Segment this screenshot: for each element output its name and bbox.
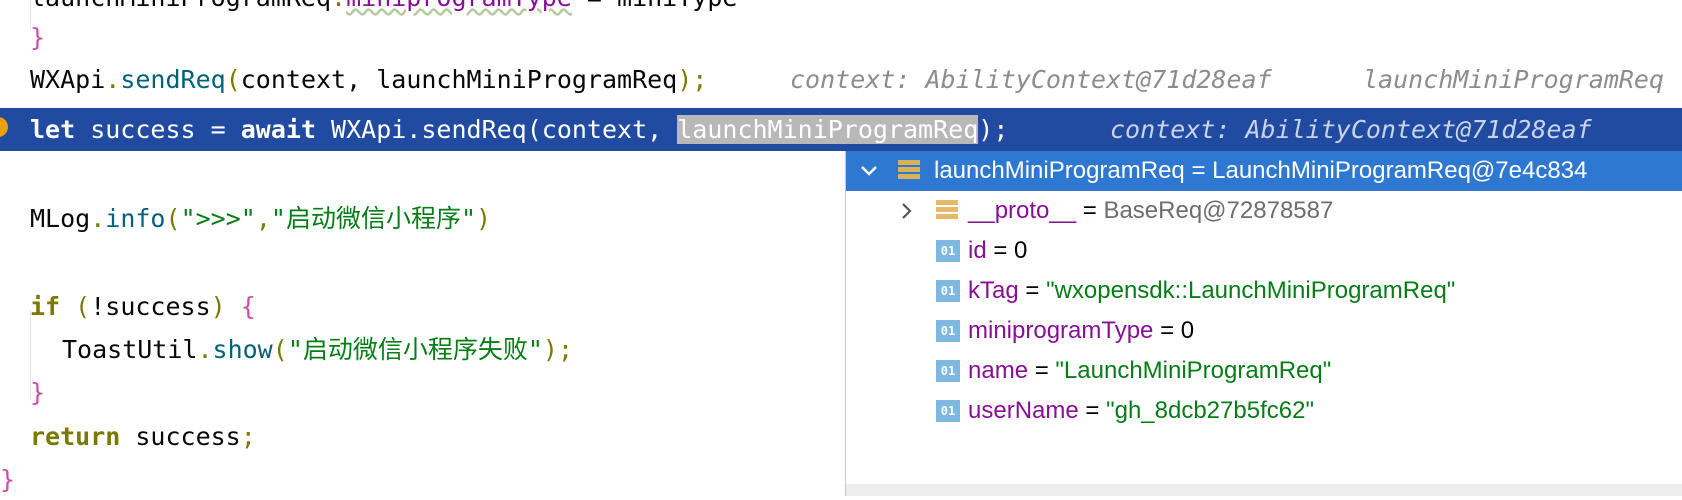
field-name: id: [968, 237, 987, 264]
object-icon: [936, 200, 958, 222]
field-name: kTag: [968, 277, 1019, 304]
code-token: if: [30, 292, 61, 321]
code-line-11[interactable]: }: [0, 460, 15, 500]
code-token: .: [105, 65, 121, 94]
popup-row-miniprogramtype[interactable]: miniprogramType = 0: [968, 311, 1194, 351]
code-line-10[interactable]: return success;: [30, 417, 256, 457]
code-token: await: [240, 115, 316, 144]
code-token: success =: [75, 115, 241, 144]
code-token: (: [272, 335, 288, 364]
code-token: let: [30, 115, 76, 144]
popup-row-username[interactable]: userName = "gh_8dcb27b5fc62": [968, 391, 1314, 431]
code-token: .: [90, 204, 106, 233]
primitive-icon: 01: [936, 360, 960, 382]
code-token: ;: [240, 422, 256, 451]
code-token: (: [60, 292, 91, 321]
code-token: WXApi: [30, 65, 106, 94]
closing-brace: }: [0, 465, 16, 494]
string-literal: "启动微信小程序": [270, 204, 476, 233]
popup-row-proto[interactable]: __proto__ = BaseReq@72878587: [968, 191, 1333, 231]
code-token: return: [30, 422, 121, 451]
code-token: ): [476, 204, 492, 233]
current-execution-line[interactable]: let success = await WXApi.sendReq(contex…: [0, 108, 1682, 151]
code-line-2[interactable]: WXApi.sendReq(context, launchMiniProgram…: [30, 60, 707, 100]
code-token: success: [120, 422, 241, 451]
code-token: (: [225, 65, 241, 94]
primitive-icon: 01: [936, 240, 960, 262]
chevron-down-icon[interactable]: [858, 151, 880, 191]
code-token: ): [210, 292, 241, 321]
object-icon: [898, 160, 920, 182]
popup-row-name[interactable]: name = "LaunchMiniProgramReq": [968, 351, 1331, 391]
code-token: );: [978, 115, 1009, 144]
field-name: name: [968, 357, 1029, 384]
equals-sign: =: [1078, 397, 1107, 424]
primitive-icon: 01: [936, 400, 960, 422]
code-token: .: [331, 0, 346, 12]
popup-row-id[interactable]: id = 0: [968, 231, 1027, 271]
field-value: 0: [1014, 237, 1028, 264]
code-token: miniprogramType: [346, 0, 572, 12]
equals-sign: =: [986, 237, 1015, 264]
code-token: );: [542, 335, 574, 364]
code-token: MLog: [30, 204, 91, 233]
field-name: __proto__: [968, 197, 1077, 224]
equals-sign: =: [1076, 197, 1104, 224]
popup-row-ktag[interactable]: kTag = "wxopensdk::LaunchMiniProgramReq": [968, 271, 1455, 311]
closing-brace: }: [30, 23, 46, 52]
code-token: show: [212, 335, 273, 364]
equals-sign: =: [1153, 317, 1181, 344]
field-value: "LaunchMiniProgramReq": [1055, 357, 1332, 384]
code-line-0[interactable]: launchMiniProgramReq.miniprogramType = m…: [30, 0, 737, 18]
code-line-1[interactable]: }: [30, 18, 45, 58]
inline-hint-request: launchMiniProgramReq: [1363, 65, 1665, 94]
equals-sign: =: [1028, 357, 1056, 384]
code-token: = miniType: [572, 0, 738, 12]
opening-brace: {: [240, 292, 256, 321]
code-token: !success: [90, 292, 211, 321]
code-line-8[interactable]: ToastUtil.show("启动微信小程序失败");: [62, 330, 573, 370]
code-token: context, launchMiniProgramReq: [240, 65, 678, 94]
field-value: BaseReq@72878587: [1103, 197, 1334, 224]
code-token: );: [677, 65, 708, 94]
field-name: userName: [968, 397, 1079, 424]
equals-sign: =: [1018, 277, 1047, 304]
debug-value-popup[interactable]: launchMiniProgramReq = LaunchMiniProgram…: [845, 151, 1682, 496]
code-line-9[interactable]: }: [30, 373, 45, 413]
code-token: WXApi.sendReq(context,: [316, 115, 678, 144]
primitive-icon: 01: [936, 320, 960, 342]
code-line-7[interactable]: if (!success) {: [30, 287, 256, 327]
inline-hint-context: context: AbilityContext@71d28eaf: [1110, 115, 1592, 144]
popup-root-row[interactable]: launchMiniProgramReq = LaunchMiniProgram…: [846, 151, 1682, 191]
code-token: info: [105, 204, 166, 233]
string-literal: ">>>": [180, 204, 256, 233]
string-literal: "启动微信小程序失败": [287, 335, 543, 364]
code-line-5[interactable]: MLog.info(">>>","启动微信小程序"): [30, 199, 491, 239]
code-token: ,: [255, 204, 271, 233]
chevron-right-icon[interactable]: [896, 191, 918, 231]
code-token: sendReq: [120, 65, 226, 94]
closing-brace: }: [30, 378, 46, 407]
code-token: ToastUtil: [62, 335, 198, 364]
field-value: "wxopensdk::LaunchMiniProgramReq": [1046, 277, 1456, 304]
field-value: 0: [1180, 317, 1195, 344]
horizontal-scrollbar[interactable]: [846, 484, 1682, 496]
popup-root-label: launchMiniProgramReq = LaunchMiniProgram…: [934, 157, 1588, 184]
code-token: .: [197, 335, 213, 364]
selected-variable[interactable]: launchMiniProgramReq: [677, 115, 979, 144]
field-name: miniprogramType: [968, 317, 1154, 344]
field-value: "gh_8dcb27b5fc62": [1106, 397, 1314, 424]
inline-hint-context: context: AbilityContext@71d28eaf: [790, 65, 1272, 94]
code-token: launchMiniProgramReq: [30, 0, 331, 12]
code-line-3: let success = await WXApi.sendReq(contex…: [30, 110, 1008, 150]
primitive-icon: 01: [936, 280, 960, 302]
code-token: (: [165, 204, 181, 233]
